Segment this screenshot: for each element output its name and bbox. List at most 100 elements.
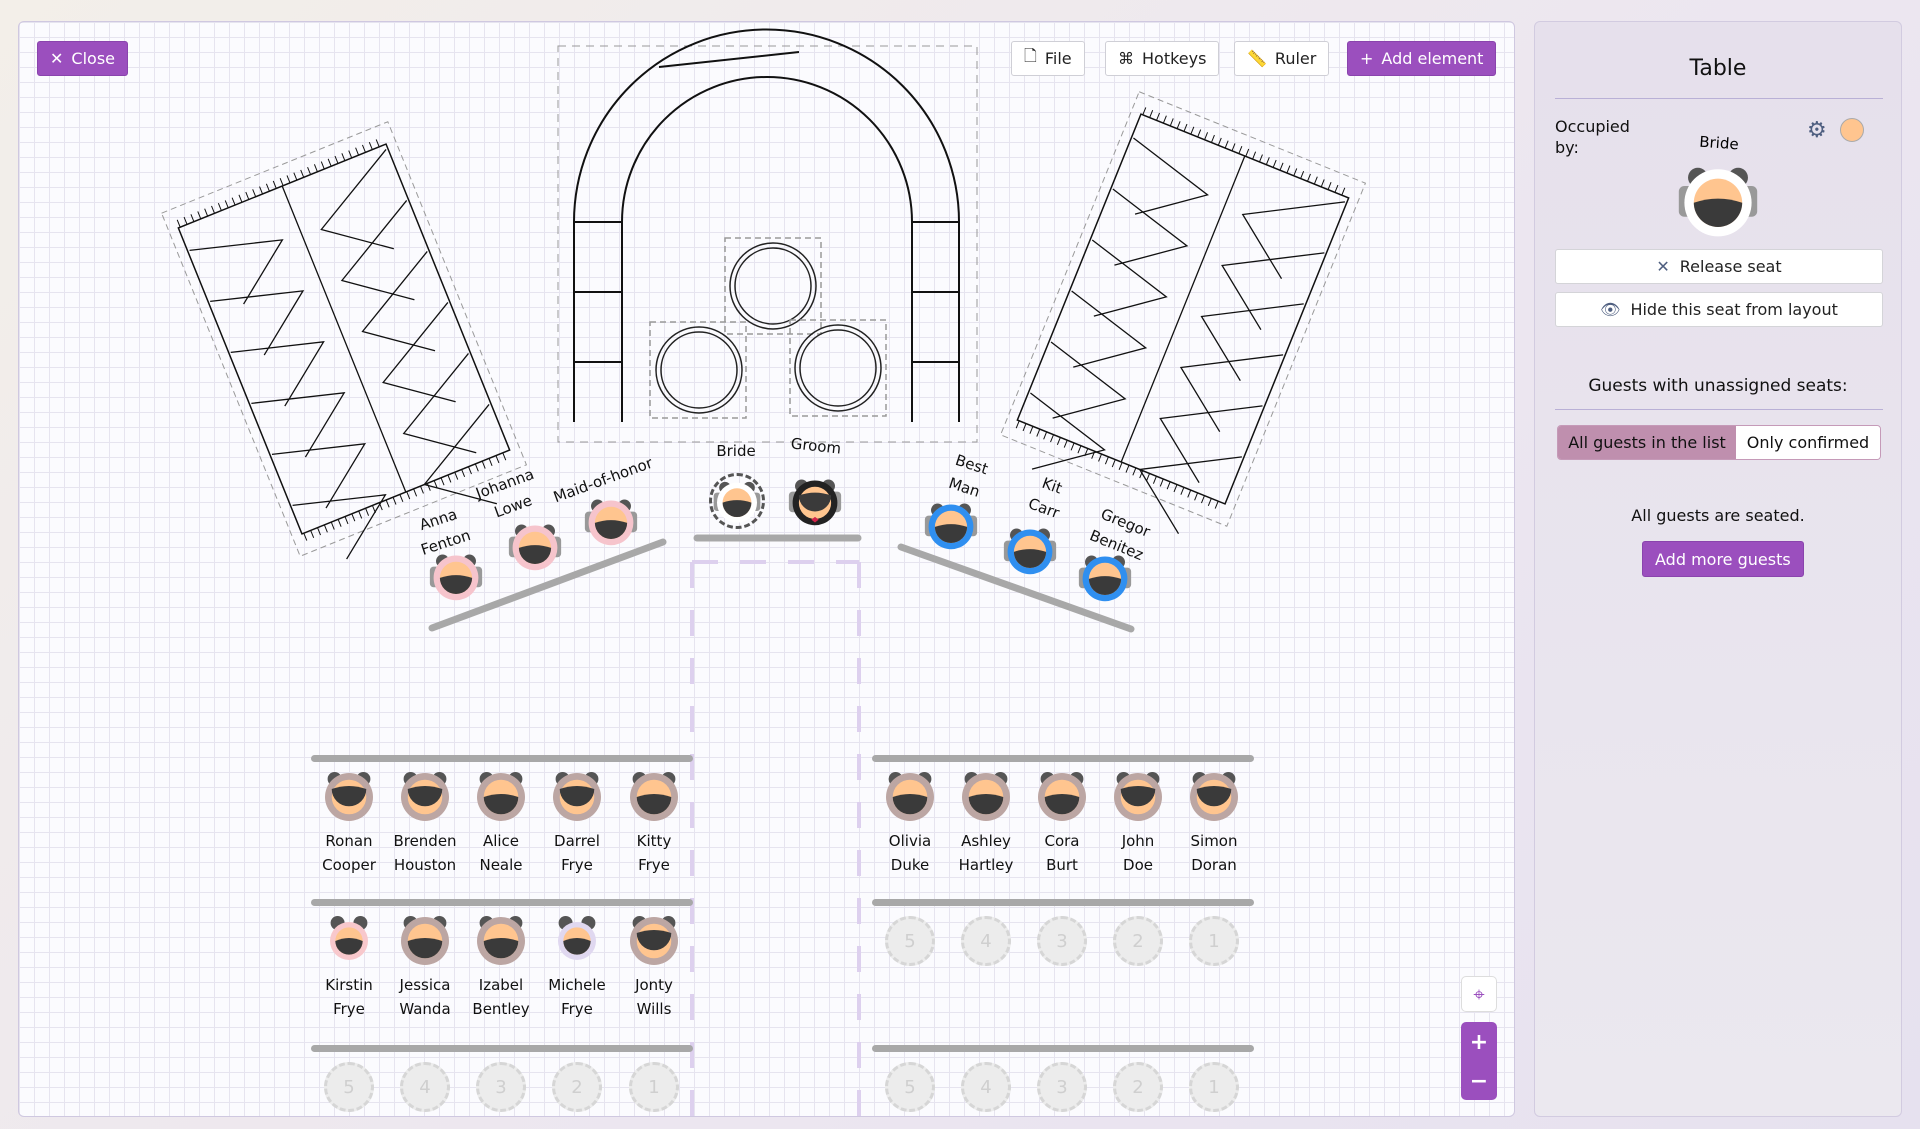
empty-seat[interactable]: 3 — [476, 1062, 526, 1112]
guest-name-last: Doran — [1191, 856, 1237, 874]
table-edge[interactable] — [311, 1045, 693, 1052]
seat-kit-carr[interactable] — [1002, 522, 1058, 582]
seat-johanna-lowe[interactable] — [507, 518, 563, 578]
filter-confirmed-option[interactable]: Only confirmed — [1736, 426, 1880, 459]
guest-name-last: Bentley — [472, 1000, 530, 1018]
seated-status: All guests are seated. — [1631, 506, 1805, 525]
guest-seat[interactable] — [319, 765, 379, 829]
empty-seat[interactable]: 4 — [961, 1062, 1011, 1112]
table-edge[interactable] — [872, 1045, 1254, 1052]
occupied-label: Occupied by: — [1555, 117, 1630, 157]
minus-icon: − — [1469, 1068, 1489, 1094]
guest-name-line: Groom — [789, 434, 843, 458]
guest-name-last: Hartley — [958, 856, 1014, 874]
empty-seat[interactable]: 3 — [1037, 1062, 1087, 1112]
guest-name-last: Wanda — [399, 1000, 451, 1018]
guest-avatar-icon — [709, 473, 765, 529]
guest-avatar-icon — [558, 916, 596, 960]
guest-name: Izabel Bentley — [472, 973, 529, 1021]
empty-seat[interactable]: 2 — [552, 1062, 602, 1112]
guest-name: Bride — [716, 439, 755, 463]
guest-name: Groom — [790, 431, 843, 460]
guest-seat[interactable] — [471, 909, 531, 973]
table-edge[interactable] — [872, 755, 1254, 762]
zoom-in-button[interactable]: + — [1461, 1022, 1497, 1062]
seating-canvas[interactable]: ✕ Close 🗋 File ⌘ Hotkeys 📏 Ruler + Add elemen… — [18, 21, 1515, 1117]
eye-icon: 👁 — [1600, 300, 1621, 319]
guest-avatar-icon — [886, 772, 934, 821]
guest-seat[interactable] — [624, 765, 684, 829]
guest-name-first: Kitty — [636, 832, 672, 850]
guest-name: Jonty Wills — [635, 973, 673, 1021]
guest-avatar-icon — [584, 499, 638, 546]
add-more-guests-button[interactable]: Add more guests — [1642, 541, 1804, 577]
empty-seat[interactable]: 1 — [629, 1062, 679, 1112]
guest-seat[interactable] — [395, 909, 455, 973]
seat-maid-of-honor[interactable] — [583, 493, 639, 553]
guest-seat[interactable] — [1032, 765, 1092, 829]
seat-groom[interactable] — [787, 473, 843, 533]
guest-seat[interactable] — [624, 909, 684, 973]
guest-avatar-icon — [1114, 772, 1162, 821]
guest-seat[interactable] — [1108, 765, 1168, 829]
divider — [1555, 98, 1883, 99]
gear-icon[interactable]: ⚙ — [1807, 118, 1827, 143]
guest-name-last: Houston — [393, 856, 457, 874]
guest-avatar-icon — [962, 772, 1010, 821]
guest-avatar-icon — [325, 772, 373, 821]
empty-seat[interactable]: 2 — [1113, 916, 1163, 966]
carpet-left[interactable] — [160, 121, 536, 580]
guest-avatar-icon — [553, 772, 601, 821]
empty-seat[interactable]: 5 — [324, 1062, 374, 1112]
seat-bride[interactable] — [709, 473, 765, 533]
guest-name: John Doe — [1122, 829, 1155, 877]
table-edge[interactable] — [311, 899, 693, 906]
table-edge[interactable] — [311, 755, 693, 762]
release-seat-button[interactable]: ✕ Release seat — [1555, 249, 1883, 284]
guest-seat[interactable] — [1184, 765, 1244, 829]
empty-seat[interactable]: 3 — [1037, 916, 1087, 966]
guest-seat[interactable] — [319, 909, 379, 973]
hide-seat-button[interactable]: 👁 Hide this seat from layout — [1555, 292, 1883, 327]
empty-seat[interactable]: 4 — [400, 1062, 450, 1112]
unassigned-heading: Guests with unassigned seats: — [1588, 376, 1848, 396]
empty-seat[interactable]: 1 — [1189, 1062, 1239, 1112]
empty-seat[interactable]: 1 — [1189, 916, 1239, 966]
properties-panel: Table Occupied by: ⚙ Bride ✕ Release seat… — [1534, 21, 1902, 1117]
guest-avatar-icon — [508, 524, 562, 571]
zoom-out-button[interactable]: − — [1461, 1062, 1497, 1100]
guest-name-last: Frye — [333, 1000, 365, 1018]
filter-all-option[interactable]: All guests in the list — [1558, 426, 1736, 459]
guest-avatar-icon — [1190, 772, 1238, 821]
guest-avatar-icon — [788, 479, 842, 526]
guest-name-last: Neale — [479, 856, 523, 874]
recenter-button[interactable]: ⌖ — [1461, 976, 1497, 1012]
guest-name-first: Brenden — [393, 832, 457, 850]
guest-name-first: Jonty — [635, 976, 673, 994]
seat-best-man[interactable] — [923, 497, 979, 557]
guest-filter-toggle: All guests in the list Only confirmed — [1557, 425, 1881, 460]
guest-seat[interactable] — [547, 909, 607, 973]
seat-color-swatch[interactable] — [1840, 118, 1864, 142]
guest-seat[interactable] — [956, 765, 1016, 829]
guest-name-last: Cooper — [322, 856, 376, 874]
guest-name-first: Alice — [482, 832, 520, 850]
empty-seat[interactable]: 5 — [885, 1062, 935, 1112]
occupant-name: Bride — [1698, 132, 1740, 154]
guest-seat[interactable] — [880, 765, 940, 829]
guest-seat[interactable] — [471, 765, 531, 829]
guest-name-last: Burt — [1046, 856, 1078, 874]
guest-name-first: Cora — [1044, 832, 1080, 850]
arch[interactable] — [557, 28, 978, 443]
guest-seat[interactable] — [547, 765, 607, 829]
guest-name-first: Ronan — [325, 832, 373, 850]
guest-avatar-icon — [330, 916, 368, 960]
empty-seat[interactable]: 5 — [885, 916, 935, 966]
table-edge[interactable] — [872, 899, 1254, 906]
guest-avatar-icon — [924, 503, 978, 550]
empty-seat[interactable]: 2 — [1113, 1062, 1163, 1112]
plus-icon: + — [1469, 1029, 1489, 1055]
guest-seat[interactable] — [395, 765, 455, 829]
guest-name-first: Michele — [548, 976, 606, 994]
empty-seat[interactable]: 4 — [961, 916, 1011, 966]
